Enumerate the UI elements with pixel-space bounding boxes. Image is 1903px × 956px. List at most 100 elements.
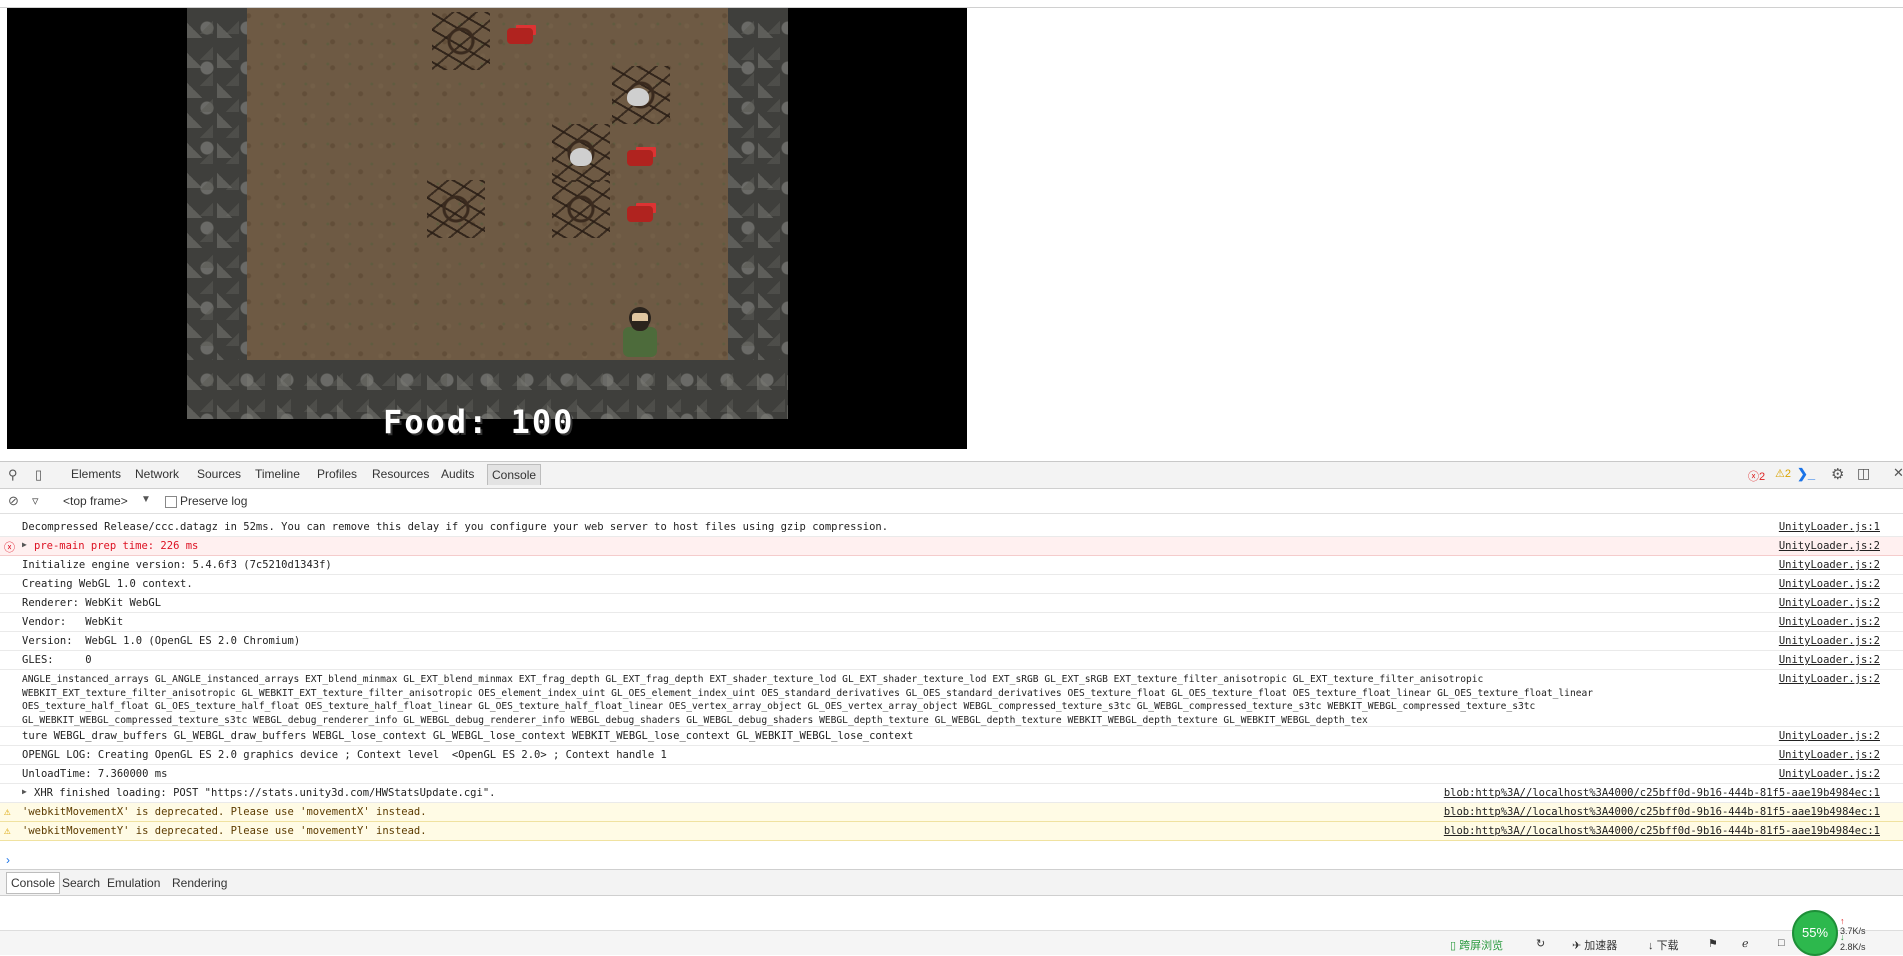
skull-icon	[627, 88, 649, 106]
console-source-link[interactable]: UnityLoader.js:2	[1779, 540, 1880, 552]
tab-profiles[interactable]: Profiles	[317, 467, 357, 481]
preserve-log-checkbox[interactable]	[165, 496, 177, 508]
browser-top-strip	[0, 0, 1903, 8]
console-row: ture WEBGL_draw_buffers GL_WEBGL_draw_bu…	[0, 727, 1903, 746]
console-source-link[interactable]: UnityLoader.js:2	[1779, 616, 1880, 628]
expand-triangle-icon[interactable]: ▶	[22, 540, 27, 549]
console-source-link[interactable]: UnityLoader.js:2	[1779, 673, 1880, 685]
console-row: Version: WebGL 1.0 (OpenGL ES 2.0 Chromi…	[0, 632, 1903, 651]
tab-resources[interactable]: Resources	[372, 467, 429, 481]
prompt-icon[interactable]: ›	[6, 853, 10, 867]
player-body	[623, 327, 657, 357]
console-source-link[interactable]: UnityLoader.js:2	[1779, 768, 1880, 780]
console-message: Initialize engine version: 5.4.6f3 (7c52…	[22, 559, 332, 571]
console-row-xhr: ▶ XHR finished loading: POST "https://st…	[0, 784, 1903, 803]
game-board	[187, 8, 788, 419]
console-message: 'webkitMovementX' is deprecated. Please …	[22, 806, 427, 818]
warning-counter[interactable]: ⚠2	[1775, 467, 1791, 480]
console-source-link[interactable]: blob:http%3A//localhost%3A4000/c25bff0d-…	[1444, 825, 1880, 837]
tab-network[interactable]: Network	[135, 467, 179, 481]
skull-icon	[570, 148, 592, 166]
console-source-link[interactable]: UnityLoader.js:2	[1779, 749, 1880, 761]
error-counter[interactable]: ⓧ2	[1748, 468, 1765, 484]
outer-wall-left	[187, 8, 247, 419]
console-message: 'webkitMovementY' is deprecated. Please …	[22, 825, 427, 837]
inspect-icon[interactable]: ⚲	[8, 467, 18, 483]
filter-icon[interactable]: ▿	[32, 493, 39, 509]
error-icon: ⓧ	[1748, 471, 1759, 483]
console-source-link[interactable]: UnityLoader.js:2	[1779, 635, 1880, 647]
window-icon[interactable]: □	[1778, 937, 1785, 949]
download-button[interactable]: ↓ 下载	[1648, 937, 1679, 953]
download-rate-value: 2.8K/s	[1840, 942, 1866, 952]
console-source-link[interactable]: blob:http%3A//localhost%3A4000/c25bff0d-…	[1444, 787, 1880, 799]
console-source-link[interactable]: UnityLoader.js:2	[1779, 730, 1880, 742]
console-source-link[interactable]: UnityLoader.js:2	[1779, 578, 1880, 590]
console-row: Decompressed Release/ccc.datagz in 52ms.…	[0, 518, 1903, 537]
console-message: pre-main prep time: 226 ms	[34, 540, 199, 552]
console-message: OPENGL LOG: Creating OpenGL ES 2.0 graph…	[22, 749, 667, 761]
ie-icon[interactable]: ℯ	[1742, 937, 1749, 950]
drawer-tab-search[interactable]: Search	[62, 876, 100, 890]
frame-selector[interactable]: <top frame>	[63, 494, 128, 508]
bramble-wall	[552, 180, 610, 238]
outer-wall-right	[728, 8, 788, 419]
bramble-wall	[432, 12, 490, 70]
console-source-link[interactable]: UnityLoader.js:1	[1779, 521, 1880, 533]
console-row: GLES: 0 UnityLoader.js:2	[0, 651, 1903, 670]
console-message: Decompressed Release/ccc.datagz in 52ms.…	[22, 521, 889, 533]
tab-console[interactable]: Console	[487, 464, 542, 485]
speed-percent-badge: 55%	[1792, 910, 1838, 956]
devtools-drawer-tabs: Console Search Emulation Rendering	[0, 869, 1903, 896]
dropdown-icon[interactable]: ▼	[141, 494, 151, 505]
console-row: Vendor: WebKit UnityLoader.js:2	[0, 613, 1903, 632]
console-filter-bar: ⊘ ▿ <top frame> ▼ Preserve log	[0, 489, 1903, 514]
clear-icon[interactable]: ⊘	[8, 493, 19, 509]
tab-audits[interactable]: Audits	[441, 467, 474, 481]
tab-sources[interactable]: Sources	[197, 467, 241, 481]
terminal-icon[interactable]: ❯_	[1797, 466, 1815, 482]
console-row: Initialize engine version: 5.4.6f3 (7c52…	[0, 556, 1903, 575]
bookmark-icon[interactable]: ⚑	[1708, 937, 1718, 950]
fullscreen-browse-button[interactable]: ▯ 跨屏浏览	[1450, 937, 1503, 953]
warning-count: 2	[1784, 468, 1791, 480]
console-row: OPENGL LOG: Creating OpenGL ES 2.0 graph…	[0, 746, 1903, 765]
console-message: Version: WebGL 1.0 (OpenGL ES 2.0 Chromi…	[22, 635, 301, 647]
food-counter: Food: 100	[383, 403, 575, 441]
console-source-link[interactable]: UnityLoader.js:2	[1779, 597, 1880, 609]
player-character	[617, 303, 663, 359]
bramble-wall	[427, 180, 485, 238]
warning-icon: ⚠	[1775, 468, 1785, 480]
settings-icon[interactable]: ⚙	[1831, 465, 1844, 483]
soda-pickup	[507, 28, 533, 44]
preserve-log-label: Preserve log	[180, 494, 248, 508]
console-source-link[interactable]: blob:http%3A//localhost%3A4000/c25bff0d-…	[1444, 806, 1880, 818]
console-source-link[interactable]: UnityLoader.js:2	[1779, 654, 1880, 666]
refresh-icon[interactable]: ↻	[1536, 937, 1545, 950]
download-rate: ↓ 2.8K/s	[1840, 932, 1866, 952]
console-row: Creating WebGL 1.0 context. UnityLoader.…	[0, 575, 1903, 594]
accelerator-button[interactable]: ✈ 加速器	[1572, 937, 1617, 953]
console-row-warning: ⚠ 'webkitMovementX' is deprecated. Pleas…	[0, 803, 1903, 822]
warning-icon: ⚠	[4, 824, 11, 837]
console-message: ture WEBGL_draw_buffers GL_WEBGL_draw_bu…	[22, 730, 914, 742]
device-icon[interactable]: ▯	[35, 467, 42, 483]
game-canvas[interactable]: Food: 100	[7, 8, 967, 449]
accelerator-label: 加速器	[1584, 940, 1618, 952]
devtools-toolbar: ⚲ ▯ Elements Network Sources Timeline Pr…	[0, 462, 1903, 489]
console-message: XHR finished loading: POST "https://stat…	[34, 787, 496, 799]
console-message: Vendor: WebKit	[22, 616, 124, 628]
tab-timeline[interactable]: Timeline	[255, 467, 300, 481]
close-icon[interactable]: ✕	[1893, 465, 1903, 481]
expand-triangle-icon[interactable]: ▶	[22, 787, 27, 796]
console-source-link[interactable]: UnityLoader.js:2	[1779, 559, 1880, 571]
console-row-error: ⓧ ▶ pre-main prep time: 226 ms UnityLoad…	[0, 537, 1903, 556]
tab-elements[interactable]: Elements	[71, 467, 121, 481]
console-row-multiline: ANGLE_instanced_arrays GL_ANGLE_instance…	[0, 670, 1903, 727]
drawer-tab-rendering[interactable]: Rendering	[172, 876, 227, 890]
dock-icon[interactable]: ◫	[1857, 465, 1870, 482]
browser-status-bar: ▯ 跨屏浏览 ↻ ✈ 加速器 ↓ 下载 ⚑ ℯ □	[0, 930, 1903, 955]
drawer-tab-emulation[interactable]: Emulation	[107, 876, 160, 890]
drawer-tab-console[interactable]: Console	[6, 872, 61, 894]
network-speed-widget[interactable]: 55% ↑ 3.7K/s ↓ 2.8K/s	[1792, 908, 1866, 956]
